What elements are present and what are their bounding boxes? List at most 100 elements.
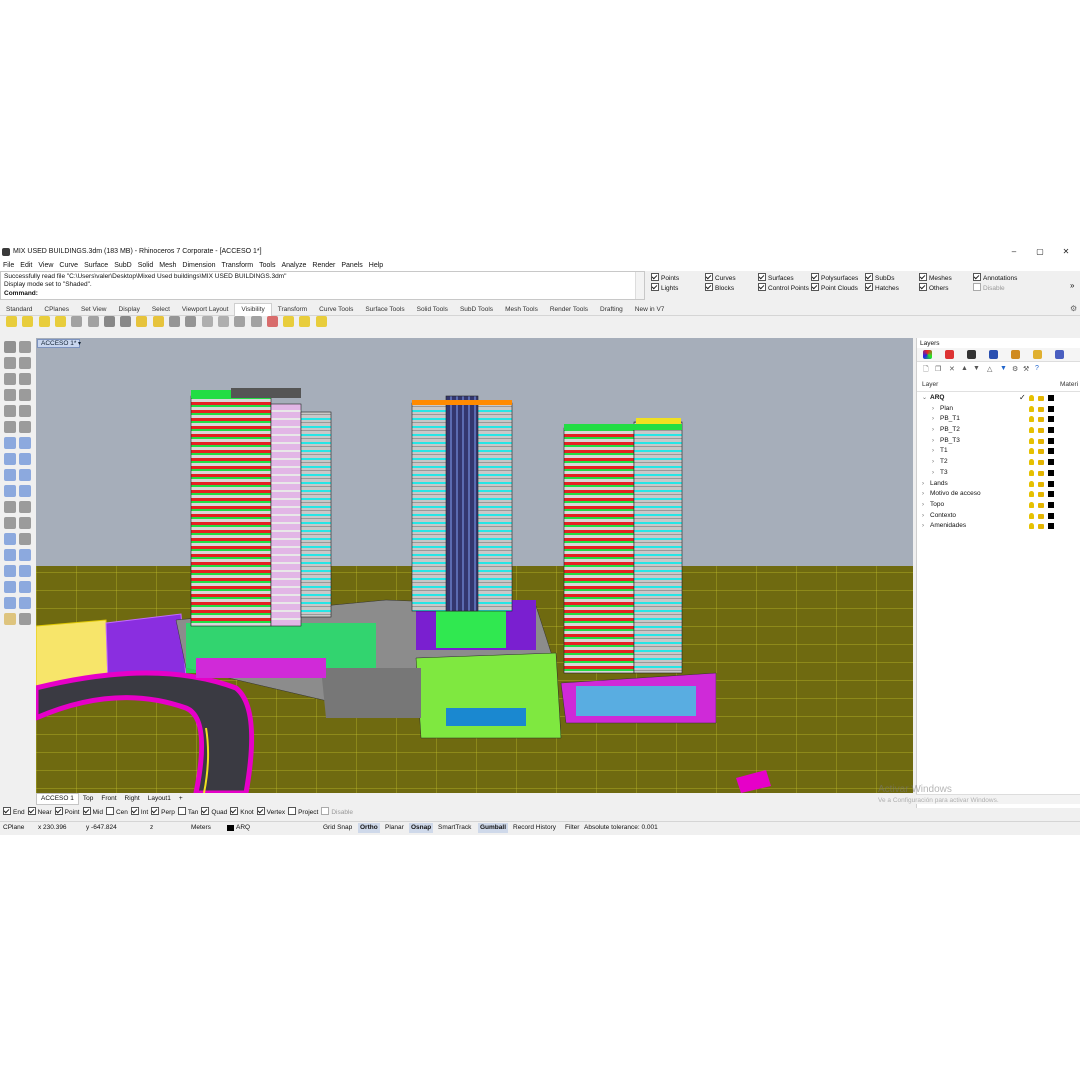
layer-row-arq[interactable]: ⌄ ARQ ✓	[917, 393, 1080, 404]
color-wheel-icon[interactable]	[923, 350, 932, 359]
chevron-right-icon[interactable]: ›	[932, 425, 934, 436]
layout-icon[interactable]	[19, 565, 31, 577]
curve-icon[interactable]	[19, 405, 31, 417]
layer-row-t1[interactable]: › T1	[917, 446, 1080, 457]
chevron-right-icon[interactable]: ›	[932, 414, 934, 425]
lightbulb-icon[interactable]	[1029, 405, 1034, 412]
close-button[interactable]: ✕	[1055, 246, 1077, 258]
layer-color-swatch[interactable]	[1048, 491, 1054, 498]
move-icon[interactable]	[4, 501, 16, 513]
layer-color-swatch[interactable]	[1048, 459, 1054, 466]
filter-hatches[interactable]: Hatches	[865, 283, 899, 292]
scale-icon[interactable]	[4, 517, 16, 529]
rectangle-icon[interactable]	[19, 389, 31, 401]
lightbulb-icon[interactable]	[1029, 501, 1034, 508]
mesh-icon[interactable]	[4, 485, 16, 497]
filter-subds[interactable]: SubDs	[865, 273, 895, 282]
add-view-tab-button[interactable]: +	[175, 794, 187, 804]
units-label[interactable]: Meters	[191, 823, 211, 833]
checkbox[interactable]	[151, 807, 160, 815]
filter-annotations[interactable]: Annotations	[973, 273, 1017, 282]
camera-icon[interactable]	[967, 350, 976, 359]
view-tab-top[interactable]: Top	[79, 794, 97, 804]
osnap-near[interactable]: Near	[27, 807, 52, 818]
chevron-right-icon[interactable]: ›	[922, 479, 924, 490]
box-icon[interactable]	[4, 453, 16, 465]
record-history-toggle[interactable]: Record History	[513, 823, 556, 833]
checkbox[interactable]	[54, 807, 63, 815]
command-area[interactable]: Successfully read file "C:\Users\valer\D…	[0, 271, 645, 300]
group-icon[interactable]	[4, 581, 16, 593]
osnap-project[interactable]: Project	[288, 807, 318, 818]
layer-color-swatch[interactable]	[1048, 427, 1054, 434]
move-up-icon[interactable]: ▲	[961, 365, 968, 372]
lock-icon[interactable]	[1038, 438, 1044, 444]
menu-item-help[interactable]: Help	[366, 260, 386, 271]
lock-icon[interactable]	[1038, 492, 1044, 498]
show-in-detail-icon[interactable]	[217, 316, 229, 327]
menu-item-analyze[interactable]: Analyze	[278, 260, 309, 271]
lock-icon[interactable]	[1038, 428, 1044, 434]
minimize-button[interactable]: –	[1003, 246, 1025, 258]
layer-color-swatch[interactable]	[1048, 405, 1054, 412]
lock-icon[interactable]	[1038, 396, 1044, 401]
checkbox[interactable]	[758, 283, 766, 291]
help-icon[interactable]: ?	[1035, 365, 1039, 372]
tools-icon[interactable]: ⚒	[1023, 365, 1029, 373]
point-icon[interactable]	[19, 341, 31, 353]
osnap-mid[interactable]: Mid	[82, 807, 103, 818]
filter-disable[interactable]: Disable	[973, 283, 1005, 292]
filter-toggle[interactable]: Filter	[565, 823, 579, 833]
checkbox[interactable]	[288, 807, 297, 815]
lock-icon[interactable]	[1038, 513, 1044, 519]
checkbox[interactable]	[973, 283, 981, 291]
disable-clipping-icon[interactable]	[266, 316, 278, 327]
layer-row-t3[interactable]: › T3	[917, 468, 1080, 479]
checkbox[interactable]	[758, 273, 766, 281]
chevron-right-icon[interactable]: ›	[932, 404, 934, 415]
layer-row-plan[interactable]: › Plan	[917, 404, 1080, 415]
osnap-disable[interactable]: Disable	[321, 807, 353, 818]
lock-icon[interactable]	[1038, 502, 1044, 508]
chevron-right-icon[interactable]: ›	[922, 511, 924, 522]
isolate-icon[interactable]	[169, 316, 180, 327]
filter-others[interactable]: Others	[919, 283, 949, 292]
menu-item-dimension[interactable]: Dimension	[179, 260, 218, 271]
filter-lights[interactable]: Lights	[651, 283, 678, 292]
checkbox[interactable]	[82, 807, 91, 815]
menu-item-edit[interactable]: Edit	[17, 260, 35, 271]
offset-icon[interactable]	[19, 421, 31, 433]
lock-icon[interactable]	[1038, 460, 1044, 466]
checkbox[interactable]	[230, 807, 239, 815]
3d-scene[interactable]	[36, 338, 913, 793]
render-icon[interactable]	[4, 597, 16, 609]
show-layer-icon[interactable]	[299, 316, 311, 327]
checkbox[interactable]	[130, 807, 139, 815]
surface-icon[interactable]	[4, 437, 16, 449]
lightbulb-icon[interactable]	[1029, 523, 1034, 530]
osnap-cen[interactable]: Cen	[105, 807, 128, 818]
filter-polysurfaces[interactable]: Polysurfaces	[811, 273, 858, 282]
tab-subd-tools[interactable]: SubD Tools	[454, 304, 499, 316]
lightbulb-icon[interactable]	[1029, 491, 1034, 498]
chevron-right-icon[interactable]: ›	[932, 468, 934, 479]
checkbox[interactable]	[321, 807, 330, 815]
viewport-perspective[interactable]: ACCESO 1* ▾	[36, 338, 913, 793]
osnap-vertex[interactable]: Vertex	[256, 807, 285, 818]
paint-icon[interactable]	[1011, 350, 1020, 359]
show-icon[interactable]	[22, 316, 34, 327]
dimension-icon[interactable]	[19, 533, 31, 545]
lightbulb-icon[interactable]	[1029, 416, 1034, 423]
folder-icon[interactable]	[1033, 350, 1042, 359]
hide-in-view-icon[interactable]	[234, 316, 246, 327]
menu-item-file[interactable]: File	[0, 260, 17, 271]
check-icon[interactable]	[19, 597, 31, 609]
lightbulb-icon[interactable]	[1029, 469, 1034, 476]
line-icon[interactable]	[19, 357, 31, 369]
filter-blocks[interactable]: Blocks	[705, 283, 734, 292]
layer-row-pb_t2[interactable]: › PB_T2	[917, 425, 1080, 436]
select-icon[interactable]	[4, 341, 16, 353]
arc-icon[interactable]	[19, 373, 31, 385]
show-selected-icon[interactable]	[38, 316, 50, 327]
render-icon[interactable]	[989, 350, 998, 359]
